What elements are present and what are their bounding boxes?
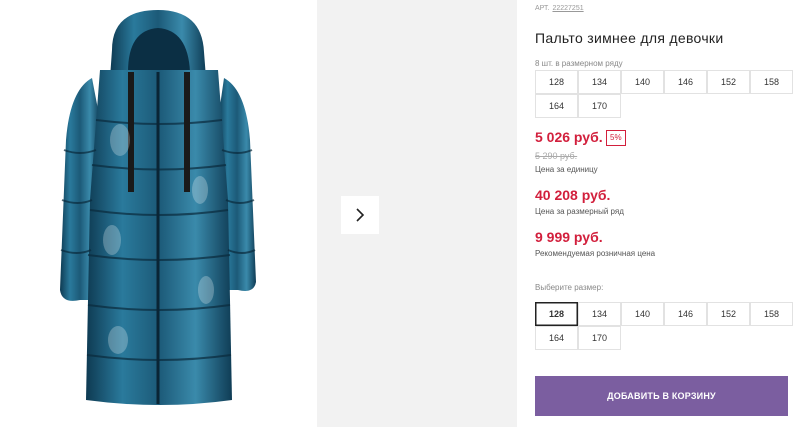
unit-price-caption: Цена за единицу: [535, 165, 598, 174]
size-select-label: Выберите размер:: [535, 283, 604, 292]
coat-image: [60, 10, 256, 405]
unit-price: 5 026 руб.: [535, 129, 603, 145]
chevron-right-icon: [356, 208, 365, 222]
size-range-cell: 146: [664, 70, 707, 94]
size-option-134[interactable]: 134: [578, 302, 621, 326]
old-price: 5 290 руб.: [535, 151, 578, 161]
size-range-cell: 170: [578, 94, 621, 118]
range-price: 40 208 руб.: [535, 187, 611, 203]
discount-badge: 5%: [606, 130, 626, 146]
size-option-140[interactable]: 140: [621, 302, 664, 326]
gallery-next-button[interactable]: [341, 196, 379, 234]
rrp-price-caption: Рекомендуемая розничная цена: [535, 249, 656, 258]
product-title: Пальто зимнее для девочки: [535, 30, 724, 46]
product-image[interactable]: [0, 0, 318, 427]
range-price-caption: Цена за размерный ряд: [535, 207, 624, 216]
size-range-cell: 152: [707, 70, 750, 94]
sku-label: АРТ.: [535, 5, 550, 12]
product-sku: АРТ. 22227251: [535, 5, 584, 12]
size-range-cell: 158: [750, 70, 793, 94]
size-range-cell: 164: [535, 94, 578, 118]
size-option-128[interactable]: 128: [535, 302, 578, 326]
size-range-label: 8 шт. в размерном ряду: [535, 59, 623, 68]
add-to-cart-button[interactable]: ДОБАВИТЬ В КОРЗИНУ: [535, 376, 788, 416]
sku-value: 22227251: [552, 5, 584, 12]
size-range-cell: 140: [621, 70, 664, 94]
size-option-146[interactable]: 146: [664, 302, 707, 326]
size-option-152[interactable]: 152: [707, 302, 750, 326]
size-option-164[interactable]: 164: [535, 326, 578, 350]
rrp-price: 9 999 руб.: [535, 229, 603, 245]
size-range-cell: 134: [578, 70, 621, 94]
size-range-cell: 128: [535, 70, 578, 94]
size-option-158[interactable]: 158: [750, 302, 793, 326]
size-option-170[interactable]: 170: [578, 326, 621, 350]
